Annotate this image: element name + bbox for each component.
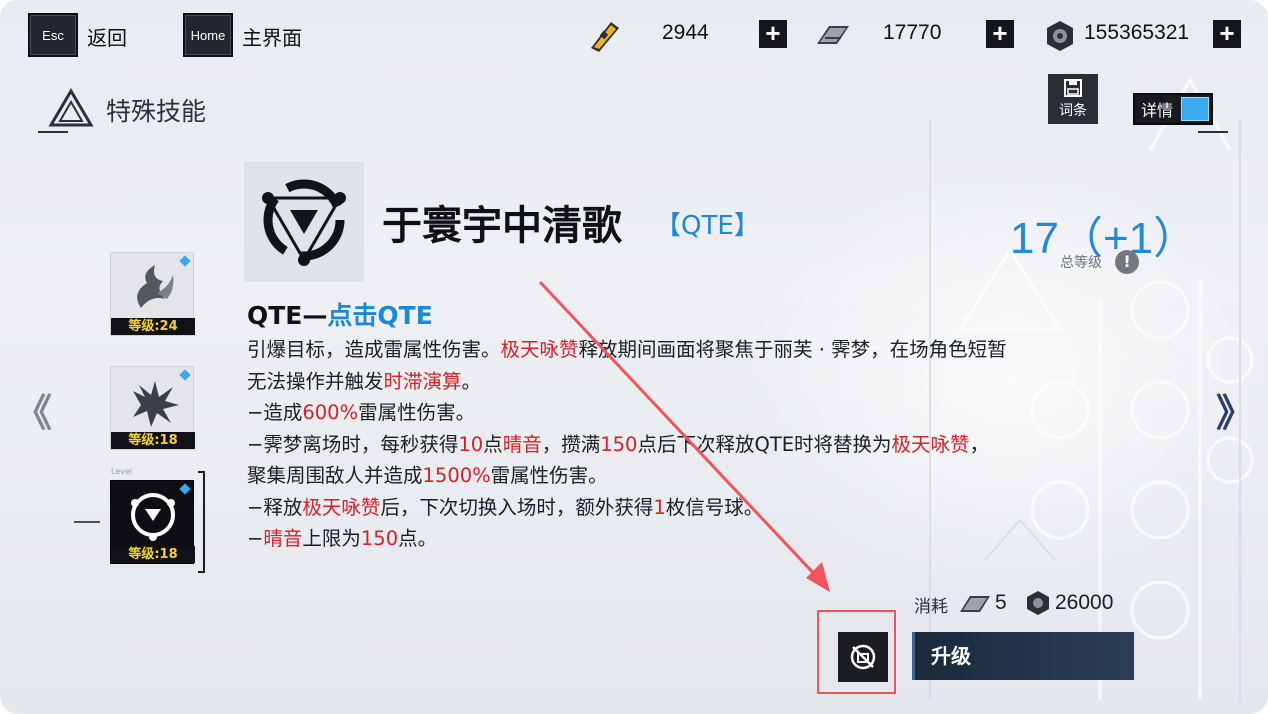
description-text: −霁梦离场时，每秒获得 [247,432,459,456]
highlighted-term: 150 [600,432,638,456]
description-text: 雷属性伤害。 [490,464,608,487]
highlighted-term: 晴音 [263,527,303,550]
highlighted-term: 1 [653,495,666,519]
description-text: ，攒满 [541,432,601,456]
skill-icon-frame [244,162,364,282]
add-chip-button[interactable]: + [986,20,1014,48]
skill-type-tag: 【QTE】 [655,211,760,241]
description-line: 无法操作并触发时滞演算。 [247,366,1127,398]
upgrade-button[interactable]: 升级 [912,632,1134,680]
header-divider [38,131,1228,133]
skill-list-item[interactable]: 等级:24 [110,252,195,336]
skill-level-badge: 等级:18 [111,432,195,449]
coin-count: 155365321 [1084,21,1190,44]
skill-description: 引爆目标，造成雷属性伤害。极天咏赞释放期间画面将聚焦于丽芙 · 霁梦，在场角色短… [247,334,1127,555]
highlighted-term: 时滞演算 [383,369,462,393]
esc-key-badge[interactable]: Esc [28,13,78,57]
description-text: 无法操作并触发 [247,369,384,393]
highlighted-term: 10 [458,432,484,456]
home-key-badge[interactable]: Home [183,13,233,57]
description-text: 。 [461,369,482,393]
skill-upgrade-screen: Esc 返回 Home 主界面 2944 + 17770 + 155365321… [0,0,1268,714]
ticket-count: 2944 [662,21,709,44]
info-icon[interactable]: ! [1115,250,1139,274]
description-text: ， [969,432,990,456]
description-line: −霁梦离场时，每秒获得10点晴音，攒满150点后下次释放QTE时将替换为极天咏赞… [247,429,1127,461]
coin-icon [1027,591,1049,615]
add-coin-button[interactable]: + [1213,20,1241,48]
description-title: QTE—点击QTE [247,296,433,332]
prev-arrow[interactable]: 《 [14,382,52,437]
description-line: −造成600%雷属性伤害。 [247,397,1127,429]
home-label[interactable]: 主界面 [242,22,302,51]
chip-icon [817,26,849,44]
description-text: 枚信号球。 [665,495,764,519]
skill-list-item[interactable]: 等级:18 [110,366,195,450]
annotation-highlight-box [817,610,896,694]
description-text: 引爆目标，造成雷属性伤害。 [247,338,501,361]
chip-count: 17770 [883,21,942,44]
highlighted-term: 600% [302,401,359,424]
qte-skill-icon-large [262,179,346,266]
detail-toggle[interactable]: 详情 [1133,93,1213,125]
skill-level-badge: 等级:24 [111,318,195,335]
cost-chip-amount: 5 [995,591,1007,614]
description-line: −晴音上限为150点。 [247,523,1127,555]
next-arrow[interactable]: 》 [1216,382,1254,437]
total-level-value: 17（+1） [1010,214,1198,263]
description-line: −释放极天咏赞后，下次切换入场时，额外获得1枚信号球。 [247,492,1127,524]
total-level-label: 总等级 [1060,255,1102,271]
term-button-label: 词条 [1059,103,1087,119]
page-title: 特殊技能 [106,97,207,126]
selection-bracket [74,471,205,573]
highlighted-term: 1500% [422,464,491,487]
skill-category-icon [48,88,94,127]
description-text: − [247,527,264,550]
highlighted-term: 晴音 [502,432,542,456]
ticket-icon [591,22,619,52]
description-text: 雷属性伤害。 [358,401,476,424]
description-text: 点后下次释放QTE时将替换为 [637,432,892,456]
description-text: −造成 [247,401,303,424]
cost-coin-amount: 26000 [1055,591,1114,614]
description-text: 点 [483,432,503,456]
description-text: 聚集周围敌人并造成 [247,464,423,487]
description-title-main: QTE— [247,301,328,330]
description-text: −释放 [247,495,303,519]
back-label[interactable]: 返回 [87,22,127,51]
chip-icon [960,596,990,612]
toggle-knob [1181,97,1209,121]
highlighted-term: 极天咏赞 [891,432,970,456]
description-line: 引爆目标，造成雷属性伤害。极天咏赞释放期间画面将聚焦于丽芙 · 霁梦，在场角色短… [247,334,1127,366]
add-ticket-button[interactable]: + [759,20,787,48]
description-text: 释放期间画面将聚焦于丽芙 · 霁梦，在场角色短暂 [578,338,1007,361]
term-button[interactable]: 词条 [1048,74,1098,124]
highlighted-term: 150 [360,527,399,550]
description-text: 后，下次切换入场时，额外获得 [380,495,654,519]
cost-label: 消耗 [914,597,948,617]
save-icon [1064,79,1082,97]
highlighted-term: 极天咏赞 [302,495,381,519]
description-text: 上限为 [302,527,361,550]
highlighted-term: 极天咏赞 [500,338,579,361]
coin-icon [1047,21,1073,51]
description-title-sub: 点击QTE [327,301,433,330]
description-line: 聚集周围敌人并造成1500%雷属性伤害。 [247,460,1127,492]
description-text: 点。 [398,527,438,550]
skill-name: 于寰宇中清歌 [382,203,622,249]
detail-toggle-label: 详情 [1141,101,1174,120]
